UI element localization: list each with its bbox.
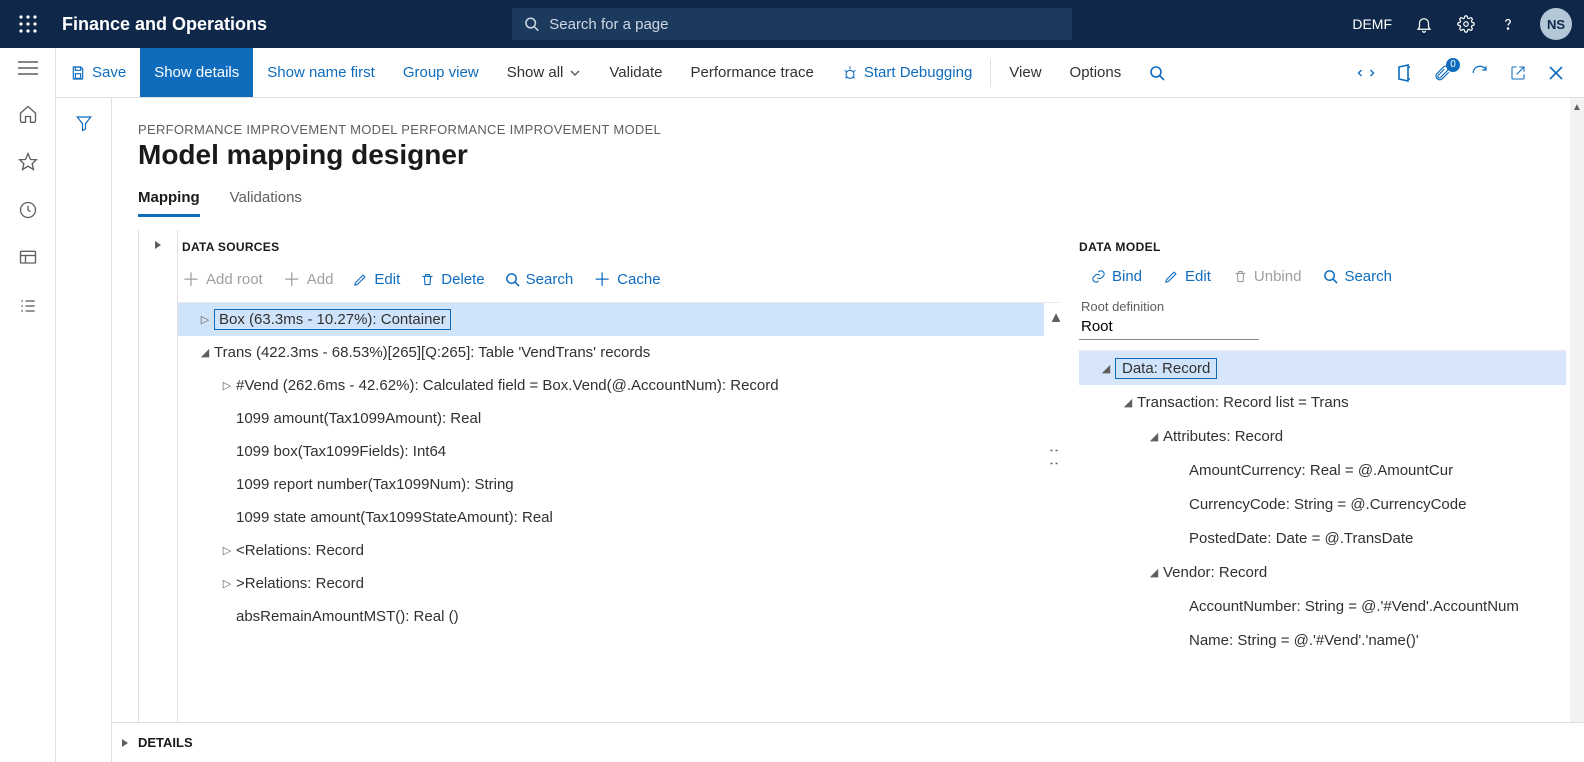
bell-icon[interactable] xyxy=(1414,14,1434,34)
tree-node[interactable]: 1099 box(Tax1099Fields): Int64 xyxy=(178,435,1044,468)
breadcrumb: PERFORMANCE IMPROVEMENT MODEL PERFORMANC… xyxy=(138,122,1584,137)
details-label: DETAILS xyxy=(138,735,193,750)
add-button[interactable]: ＋Add xyxy=(283,266,334,292)
tree-node[interactable]: AccountNumber: String = @.'#Vend'.Accoun… xyxy=(1079,589,1566,623)
tree-node[interactable]: absRemainAmountMST(): Real () xyxy=(178,600,1044,633)
dm-search-button[interactable]: Search xyxy=(1323,268,1392,285)
data-model-panel: DATA MODEL Bind Edit Unbind Search Root … xyxy=(1078,230,1584,762)
cmd-right-actions: 0 xyxy=(1356,64,1584,82)
hamburger-icon[interactable] xyxy=(18,60,38,76)
tree-node[interactable]: ◢Transaction: Record list = Trans xyxy=(1079,385,1566,419)
topbar-actions: DEMF NS xyxy=(1352,8,1572,40)
tree-node[interactable]: ▷Box (63.3ms - 10.27%): Container xyxy=(178,303,1044,336)
start-debugging-button[interactable]: Start Debugging xyxy=(828,48,986,97)
office-icon[interactable] xyxy=(1394,64,1414,82)
editor-row: DATA SOURCES ＋Add root ＋Add Edit Delete … xyxy=(138,230,1584,762)
tab-mapping[interactable]: Mapping xyxy=(138,189,200,217)
save-label: Save xyxy=(92,64,126,81)
tree-node[interactable]: AmountCurrency: Real = @.AmountCur xyxy=(1079,453,1566,487)
ds-toolbar: ＋Add root ＋Add Edit Delete Search ＋Cache xyxy=(178,258,1060,302)
home-icon[interactable] xyxy=(18,104,38,124)
modules-icon[interactable] xyxy=(18,296,38,316)
delete-button[interactable]: Delete xyxy=(420,271,484,288)
scroll-up-icon[interactable]: ▲ xyxy=(1572,102,1582,113)
search-input[interactable] xyxy=(549,16,1060,33)
cache-button[interactable]: ＋Cache xyxy=(593,266,660,292)
tree-node[interactable]: ▷#Vend (262.6ms - 42.62%): Calculated fi… xyxy=(178,369,1044,402)
tree-node[interactable]: 1099 report number(Tax1099Num): String xyxy=(178,468,1044,501)
tree-node[interactable]: ▷<Relations: Record xyxy=(178,534,1044,567)
main: PERFORMANCE IMPROVEMENT MODEL PERFORMANC… xyxy=(112,98,1584,762)
tree-node[interactable]: ◢Data: Record xyxy=(1079,351,1566,385)
unbind-button[interactable]: Unbind xyxy=(1233,268,1302,285)
show-details-button[interactable]: Show details xyxy=(140,48,253,97)
gear-icon[interactable] xyxy=(1456,14,1476,34)
vertical-splitter[interactable] xyxy=(1068,230,1078,762)
refresh-icon[interactable] xyxy=(1470,64,1490,82)
performance-trace-button[interactable]: Performance trace xyxy=(676,48,827,97)
attachments-icon[interactable]: 0 xyxy=(1432,64,1452,82)
tree-node[interactable]: 1099 state amount(Tax1099StateAmount): R… xyxy=(178,501,1044,534)
validate-button[interactable]: Validate xyxy=(595,48,676,97)
group-view-button[interactable]: Group view xyxy=(389,48,493,97)
tabs: Mapping Validations xyxy=(138,189,1584,218)
left-nav-rail xyxy=(0,48,56,762)
global-search[interactable] xyxy=(512,8,1072,40)
options-button[interactable]: Options xyxy=(1056,48,1136,97)
page-title: Model mapping designer xyxy=(138,139,1584,171)
tree-node[interactable]: PostedDate: Date = @.TransDate xyxy=(1079,521,1566,555)
tree-node[interactable]: 1099 amount(Tax1099Amount): Real xyxy=(178,402,1044,435)
dm-header: DATA MODEL xyxy=(1079,230,1566,260)
waffle-icon[interactable] xyxy=(12,8,44,40)
filter-icon[interactable] xyxy=(75,114,93,762)
details-section[interactable]: DETAILS xyxy=(112,722,1584,762)
workspace-icon[interactable] xyxy=(18,248,38,268)
tree-node[interactable]: Name: String = @.'#Vend'.'name()' xyxy=(1079,623,1566,657)
topbar: Finance and Operations DEMF NS xyxy=(0,0,1584,48)
filter-strip xyxy=(56,98,112,762)
recent-icon[interactable] xyxy=(18,200,38,220)
tree-node[interactable]: CurrencyCode: String = @.CurrencyCode xyxy=(1079,487,1566,521)
tree-node[interactable]: ▷>Relations: Record xyxy=(178,567,1044,600)
root-definition-input[interactable] xyxy=(1079,314,1259,340)
ds-search-button[interactable]: Search xyxy=(505,271,574,288)
tree-node[interactable]: ◢Vendor: Record xyxy=(1079,555,1566,589)
tab-validations[interactable]: Validations xyxy=(230,189,302,217)
separator xyxy=(990,59,991,87)
bind-button[interactable]: Bind xyxy=(1091,268,1142,285)
edit-button[interactable]: Edit xyxy=(353,271,400,288)
dm-tree: ◢Data: Record ◢Transaction: Record list … xyxy=(1079,350,1566,657)
show-name-first-button[interactable]: Show name first xyxy=(253,48,389,97)
left-gutter[interactable] xyxy=(138,230,178,762)
ds-tree: ▷Box (63.3ms - 10.27%): Container ◢Trans… xyxy=(178,302,1060,633)
tree-node[interactable]: ◢Attributes: Record xyxy=(1079,419,1566,453)
tree-node[interactable]: ◢Trans (422.3ms - 68.53%)[265][Q:265]: T… xyxy=(178,336,1044,369)
close-icon[interactable] xyxy=(1546,65,1566,81)
page-search-button[interactable] xyxy=(1135,48,1179,97)
show-all-button[interactable]: Show all xyxy=(493,48,596,97)
personalize-icon[interactable] xyxy=(1356,64,1376,82)
view-button[interactable]: View xyxy=(995,48,1055,97)
data-sources-panel: DATA SOURCES ＋Add root ＋Add Edit Delete … xyxy=(178,230,1068,762)
command-bar: Save Show details Show name first Group … xyxy=(0,48,1584,98)
content-area: PERFORMANCE IMPROVEMENT MODEL PERFORMANC… xyxy=(56,98,1584,762)
root-definition-label: Root definition xyxy=(1079,299,1566,314)
star-icon[interactable] xyxy=(18,152,38,172)
company-code[interactable]: DEMF xyxy=(1352,16,1392,32)
save-button[interactable]: Save xyxy=(56,48,140,97)
avatar[interactable]: NS xyxy=(1540,8,1572,40)
popout-icon[interactable] xyxy=(1508,65,1528,81)
scroll-up-icon[interactable]: ▲ xyxy=(1050,309,1060,326)
attachments-badge: 0 xyxy=(1446,58,1460,72)
splitter-grip-icon[interactable]: ⋮⋮ xyxy=(1050,443,1060,469)
app-title: Finance and Operations xyxy=(62,14,267,35)
dm-toolbar: Bind Edit Unbind Search xyxy=(1079,260,1566,295)
dm-edit-button[interactable]: Edit xyxy=(1164,268,1211,285)
scrollbar[interactable]: ▲ ▼ xyxy=(1570,98,1584,762)
add-root-button[interactable]: ＋Add root xyxy=(182,266,263,292)
ds-header: DATA SOURCES xyxy=(178,230,1060,258)
help-icon[interactable] xyxy=(1498,14,1518,34)
